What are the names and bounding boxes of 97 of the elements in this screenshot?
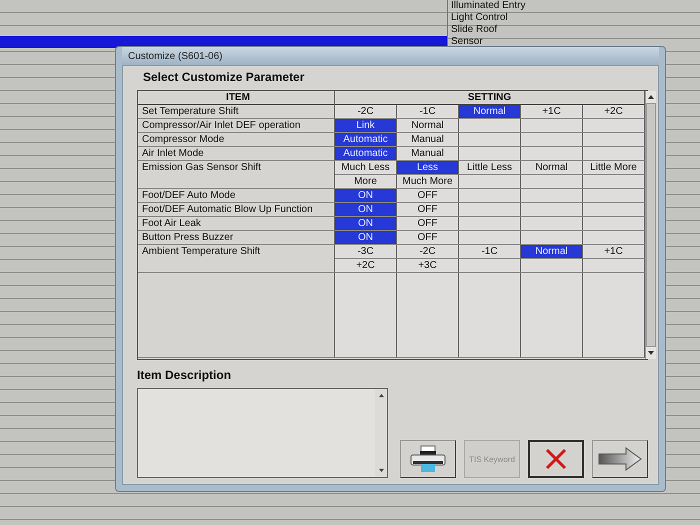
table-cell: Foot/DEF Automatic Blow Up Function xyxy=(138,203,335,217)
table-cell xyxy=(521,217,583,231)
table-cell xyxy=(521,273,583,288)
setting-option[interactable]: -1C xyxy=(397,105,459,119)
setting-option[interactable]: Normal xyxy=(521,161,583,175)
table-cell: Emission Gas Sensor Shift xyxy=(138,161,335,189)
setting-option[interactable]: -1C xyxy=(459,245,521,259)
setting-option[interactable]: Normal xyxy=(459,105,521,119)
table-cell xyxy=(583,231,645,245)
setting-option[interactable]: +3C xyxy=(397,259,459,273)
table-cell xyxy=(521,147,583,161)
setting-option[interactable]: Normal xyxy=(397,119,459,133)
setting-option[interactable]: OFF xyxy=(397,217,459,231)
table-cell xyxy=(459,273,521,288)
setting-option[interactable]: Much Less xyxy=(335,161,397,175)
table-cell xyxy=(459,119,521,133)
table-cell: Foot Air Leak xyxy=(138,217,335,231)
setting-option[interactable]: Little Less xyxy=(459,161,521,175)
table-cell xyxy=(583,203,645,217)
table-cell xyxy=(397,273,459,288)
right-arrow-icon xyxy=(598,447,642,471)
window-title: Customize (S601-06) xyxy=(128,50,222,62)
setting-option[interactable]: Normal xyxy=(521,245,583,259)
table-cell xyxy=(459,231,521,245)
setting-option[interactable]: ON xyxy=(335,203,397,217)
setting-option[interactable]: Little More xyxy=(583,161,645,175)
list-item[interactable]: Sensor xyxy=(448,36,483,48)
table-cell xyxy=(521,203,583,217)
table-cell xyxy=(583,217,645,231)
setting-option[interactable]: +2C xyxy=(583,105,645,119)
table-cell xyxy=(521,231,583,245)
table-cell xyxy=(583,133,645,147)
table-cell xyxy=(521,175,583,189)
table-cell: Set Temperature Shift xyxy=(138,105,335,119)
setting-option[interactable]: ON xyxy=(335,217,397,231)
table-cell xyxy=(583,259,645,273)
setting-option[interactable]: More xyxy=(335,175,397,189)
table-cell: Button Press Buzzer xyxy=(138,231,335,245)
table-cell: Air Inlet Mode xyxy=(138,147,335,161)
section-heading: Item Description xyxy=(137,368,232,382)
scroll-down-icon[interactable] xyxy=(378,468,384,473)
setting-option[interactable]: -2C xyxy=(397,245,459,259)
list-item[interactable]: Light Control xyxy=(448,12,508,24)
scroll-up-icon[interactable] xyxy=(378,393,384,398)
list-item[interactable]: Slide Roof xyxy=(448,24,498,36)
table-cell xyxy=(459,259,521,273)
setting-option[interactable]: -2C xyxy=(335,105,397,119)
table-cell xyxy=(459,133,521,147)
setting-option[interactable]: OFF xyxy=(397,231,459,245)
table-cell xyxy=(583,119,645,133)
table-cell xyxy=(521,259,583,273)
setting-option[interactable]: OFF xyxy=(397,203,459,217)
table-cell xyxy=(521,133,583,147)
setting-option[interactable]: +1C xyxy=(521,105,583,119)
setting-option[interactable]: ON xyxy=(335,231,397,245)
setting-option[interactable]: Much More xyxy=(397,175,459,189)
scrollbar[interactable] xyxy=(645,91,656,359)
table-cell xyxy=(521,189,583,203)
table-cell xyxy=(459,217,521,231)
table-cell xyxy=(459,147,521,161)
table-cell xyxy=(583,175,645,189)
table-cell: Compressor Mode xyxy=(138,133,335,147)
setting-option[interactable]: Automatic xyxy=(335,133,397,147)
scroll-up-icon[interactable] xyxy=(647,94,655,100)
table-cell xyxy=(335,273,397,288)
setting-option[interactable]: OFF xyxy=(397,189,459,203)
scroll-thumb[interactable] xyxy=(646,103,656,347)
table-cell: Compressor/Air Inlet DEF operation xyxy=(138,119,335,133)
description-text-area[interactable] xyxy=(137,388,388,478)
table-cell: Foot/DEF Auto Mode xyxy=(138,189,335,203)
setting-option[interactable]: Link xyxy=(335,119,397,133)
column-header: ITEM xyxy=(138,91,335,105)
setting-option[interactable]: +1C xyxy=(583,245,645,259)
setting-option[interactable]: Automatic xyxy=(335,147,397,161)
table-cell xyxy=(459,189,521,203)
table-cell xyxy=(583,147,645,161)
table-cell xyxy=(583,189,645,203)
table-cell xyxy=(583,273,645,288)
table-cell: Ambient Temperature Shift xyxy=(138,245,335,273)
printer-icon xyxy=(408,445,448,473)
setting-option[interactable]: +2C xyxy=(335,259,397,273)
section-heading: Select Customize Parameter xyxy=(143,70,306,84)
next-button[interactable] xyxy=(592,440,648,478)
setting-option[interactable]: -3C xyxy=(335,245,397,259)
table-cell xyxy=(459,203,521,217)
setting-option[interactable]: ON xyxy=(335,189,397,203)
close-icon xyxy=(544,447,568,471)
cancel-button[interactable] xyxy=(528,440,584,478)
table-cell xyxy=(521,119,583,133)
column-header: SETTING xyxy=(335,91,645,105)
setting-option[interactable]: Less xyxy=(397,161,459,175)
setting-option[interactable]: Manual xyxy=(397,133,459,147)
list-item[interactable]: Illuminated Entry xyxy=(448,0,526,12)
setting-option[interactable]: Manual xyxy=(397,147,459,161)
table-cell xyxy=(459,175,521,189)
scroll-down-icon[interactable] xyxy=(647,350,655,356)
print-button[interactable] xyxy=(400,440,456,478)
